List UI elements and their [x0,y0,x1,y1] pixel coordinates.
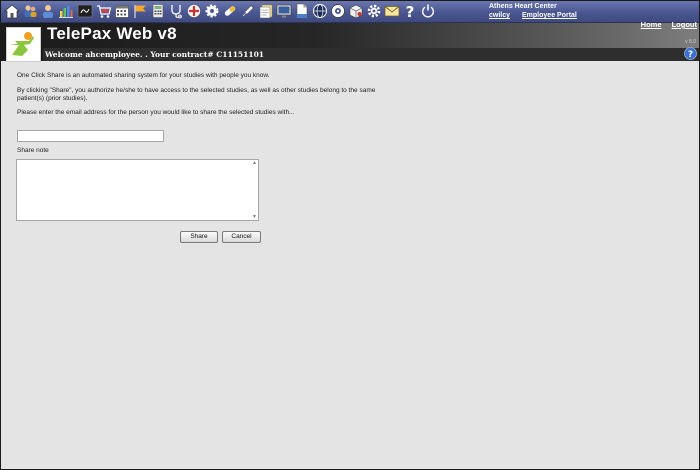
user-group-icon[interactable] [22,3,38,19]
home-icon[interactable] [4,3,20,19]
scroll-up-icon[interactable]: ▲ [252,160,257,166]
app-header: TelePax Web v8 Welcome ahcemployee. . Yo… [1,20,699,62]
email-field[interactable] [17,130,164,142]
app-window: ? Athens Heart Center cwilcy Employee Por… [0,0,700,470]
gear-wheel-icon[interactable] [204,3,220,19]
chart-icon[interactable] [58,3,74,19]
shopping-cart-icon[interactable] [96,3,112,19]
globe-icon[interactable] [312,3,328,19]
calculator-icon[interactable] [150,3,166,19]
intro-text: One Click Share is an automated sharing … [17,72,270,79]
app-title: TelePax Web v8 [47,24,177,43]
version-label: v 8.0 [685,39,696,45]
disclaimer-text: By clicking "Share", you authorize he/sh… [17,87,376,102]
share-note-textarea[interactable] [16,159,259,221]
monitor-icon[interactable] [276,3,292,19]
settings-icon[interactable] [366,3,382,19]
employee-portal-link[interactable]: Employee Portal [522,12,577,19]
cancel-button[interactable]: Cancel [222,231,261,243]
mail-icon[interactable] [384,3,400,19]
welcome-text: Welcome ahcemployee. . Your contract# C1… [45,50,265,59]
syringe-icon[interactable] [240,3,256,19]
email-prompt-text: Please enter the email address for the p… [17,109,295,116]
scroll-down-icon[interactable]: ▼ [252,214,257,220]
notes-icon[interactable] [258,3,274,19]
help-icon[interactable]: ? [402,3,418,19]
center-name: Athens Heart Center [489,3,557,10]
app-logo [6,27,41,62]
note-scrollbar[interactable]: ▲ ▼ [251,160,258,220]
network-icon[interactable] [330,3,346,19]
flag-icon[interactable] [132,3,148,19]
home-link[interactable]: Home [641,20,662,29]
pill-icon[interactable] [222,3,238,19]
share-button[interactable]: Share [180,231,218,243]
user-link[interactable]: cwilcy [489,12,510,19]
main-toolbar: ? Athens Heart Center cwilcy Employee Por… [1,1,699,23]
document-icon[interactable] [294,3,310,19]
medical-icon[interactable] [186,3,202,19]
welcome-bar: Welcome ahcemployee. . Your contract# C1… [43,48,699,61]
share-form-text: One Click Share is an automated sharing … [17,72,397,117]
patient-icon[interactable] [40,3,56,19]
stethoscope-icon[interactable] [168,3,184,19]
calendar-icon[interactable] [114,3,130,19]
svg-text:?: ? [406,3,415,19]
help-circle-icon[interactable]: ? [684,47,697,60]
center-info: Athens Heart Center cwilcy Employee Porta… [489,3,589,20]
share-note-label: Share note [17,147,49,154]
package-icon[interactable] [348,3,364,19]
svg-text:?: ? [688,50,693,60]
studies-icon[interactable] [77,3,93,19]
top-links: Home Logout [633,20,697,29]
logout-link[interactable]: Logout [672,20,697,29]
power-icon[interactable] [420,3,436,19]
